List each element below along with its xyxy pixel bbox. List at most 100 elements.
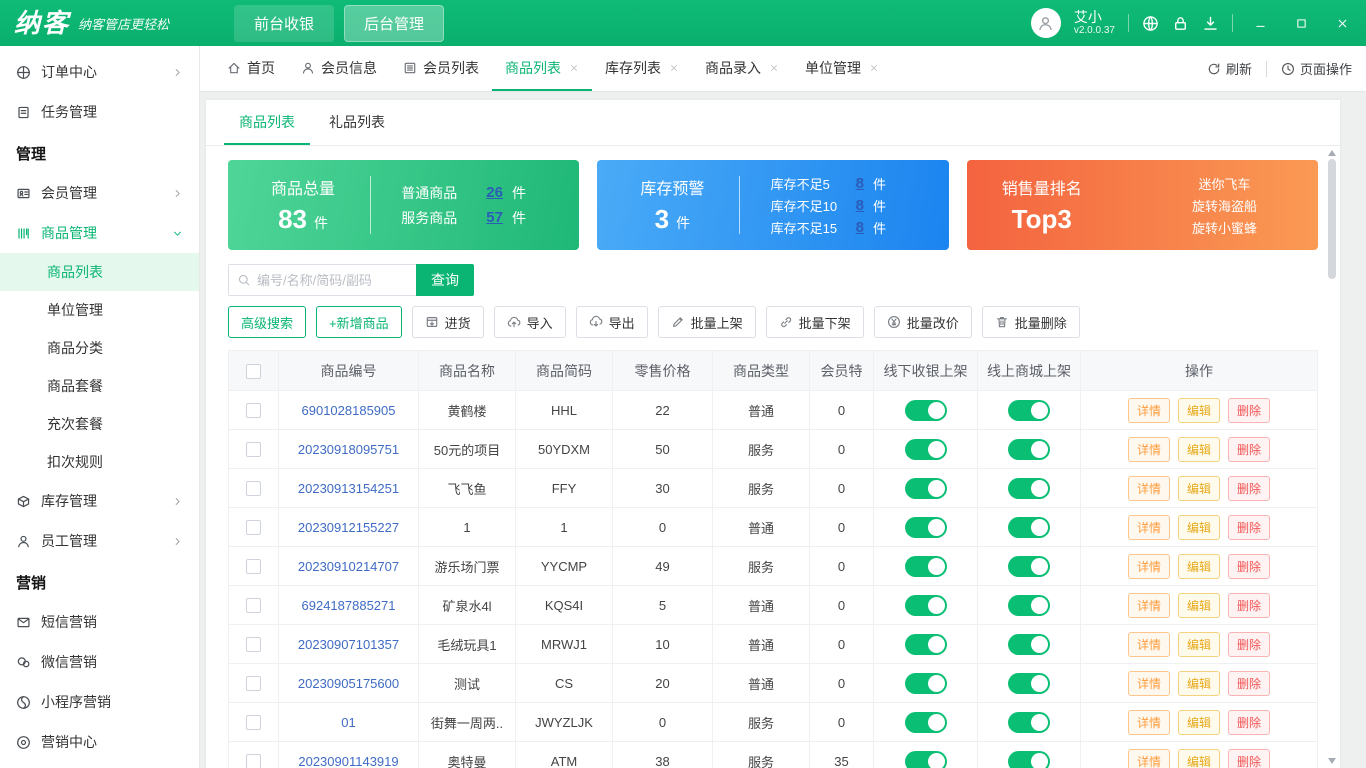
product-code-link[interactable]: 6924187885271: [302, 598, 396, 613]
subtab-product-list[interactable]: 商品列表: [224, 100, 310, 145]
detail-button[interactable]: 详情: [1127, 514, 1170, 540]
edit-button[interactable]: 编辑: [1177, 553, 1220, 579]
page-operations-button[interactable]: 页面操作: [1281, 59, 1352, 78]
sidebar-item-wechat-marketing[interactable]: 微信营销: [0, 642, 199, 682]
card-detail-value[interactable]: 26: [486, 184, 503, 201]
edit-button[interactable]: 编辑: [1177, 592, 1220, 618]
offline-cashier-toggle[interactable]: [904, 672, 947, 694]
row-checkbox[interactable]: [246, 676, 261, 692]
tab-product-entry[interactable]: 商品录入: [692, 46, 792, 91]
sidebar-item-task-management[interactable]: 任务管理: [0, 92, 199, 132]
sidebar-item-staff-management[interactable]: 员工管理: [0, 521, 199, 561]
detail-button[interactable]: 详情: [1127, 475, 1170, 501]
detail-button[interactable]: 详情: [1127, 709, 1170, 735]
online-mall-toggle[interactable]: [1008, 555, 1050, 577]
batch-on-shelf-button[interactable]: 批量上架: [657, 306, 756, 338]
edit-button[interactable]: 编辑: [1177, 670, 1220, 696]
edit-button[interactable]: 编辑: [1177, 748, 1220, 768]
delete-button[interactable]: 删除: [1228, 514, 1271, 540]
advanced-search-button[interactable]: 高级搜索: [228, 306, 307, 338]
sidebar-item-member-management[interactable]: 会员管理: [0, 173, 199, 213]
user-avatar[interactable]: [1030, 8, 1061, 38]
edit-button[interactable]: 编辑: [1177, 475, 1220, 501]
product-code-link[interactable]: 20230910214707: [298, 559, 399, 574]
detail-button[interactable]: 详情: [1127, 592, 1170, 618]
detail-button[interactable]: 详情: [1127, 436, 1170, 462]
globe-icon[interactable]: [1142, 15, 1159, 32]
detail-button[interactable]: 详情: [1127, 397, 1170, 423]
offline-cashier-toggle[interactable]: [904, 633, 947, 655]
sidebar-subitem-product-category[interactable]: 商品分类: [0, 329, 199, 367]
query-button[interactable]: 查询: [416, 264, 474, 296]
offline-cashier-toggle[interactable]: [904, 399, 947, 421]
purchase-button[interactable]: 进货: [411, 306, 484, 338]
offline-cashier-toggle[interactable]: [904, 750, 947, 768]
delete-button[interactable]: 删除: [1228, 553, 1271, 579]
card-detail-value[interactable]: 57: [486, 209, 503, 226]
row-checkbox[interactable]: [246, 715, 261, 731]
detail-button[interactable]: 详情: [1127, 553, 1170, 579]
online-mall-toggle[interactable]: [1008, 750, 1050, 768]
offline-cashier-toggle[interactable]: [904, 477, 947, 499]
delete-button[interactable]: 删除: [1228, 397, 1271, 423]
edit-button[interactable]: 编辑: [1177, 436, 1220, 462]
offline-cashier-toggle[interactable]: [904, 555, 947, 577]
minimize-button[interactable]: [1246, 9, 1274, 37]
product-code-link[interactable]: 01: [341, 715, 355, 730]
online-mall-toggle[interactable]: [1008, 477, 1050, 499]
delete-button[interactable]: 删除: [1228, 709, 1271, 735]
tab-product-list[interactable]: 商品列表: [492, 46, 592, 91]
sidebar-item-product-management[interactable]: 商品管理: [0, 213, 199, 253]
sidebar-subitem-product-list[interactable]: 商品列表: [0, 253, 199, 291]
sidebar-subitem-product-package[interactable]: 商品套餐: [0, 367, 199, 405]
row-checkbox[interactable]: [246, 520, 261, 536]
lock-icon[interactable]: [1172, 15, 1189, 32]
select-all-checkbox[interactable]: [246, 363, 261, 379]
tab-unit-management[interactable]: 单位管理: [792, 46, 892, 91]
scrollbar-thumb[interactable]: [1328, 159, 1336, 279]
subtab-gift-list[interactable]: 礼品列表: [314, 100, 400, 145]
product-code-link[interactable]: 20230913154251: [298, 481, 399, 496]
product-code-link[interactable]: 20230907101357: [298, 637, 399, 652]
tab-member-list[interactable]: 会员列表: [390, 46, 492, 91]
detail-button[interactable]: 详情: [1127, 670, 1170, 696]
row-checkbox[interactable]: [246, 637, 261, 653]
delete-button[interactable]: 删除: [1228, 670, 1271, 696]
row-checkbox[interactable]: [246, 442, 261, 458]
row-checkbox[interactable]: [246, 754, 261, 768]
online-mall-toggle[interactable]: [1008, 711, 1050, 733]
offline-cashier-toggle[interactable]: [904, 516, 947, 538]
maximize-button[interactable]: [1287, 9, 1315, 37]
sidebar-subitem-deduct-rules[interactable]: 扣次规则: [0, 443, 199, 481]
import-button[interactable]: 导入: [493, 306, 566, 338]
online-mall-toggle[interactable]: [1008, 633, 1050, 655]
offline-cashier-toggle[interactable]: [904, 438, 947, 460]
batch-reprice-button[interactable]: 批量改价: [873, 306, 972, 338]
online-mall-toggle[interactable]: [1008, 399, 1050, 421]
delete-button[interactable]: 删除: [1228, 475, 1271, 501]
row-checkbox[interactable]: [246, 598, 261, 614]
tab-home[interactable]: 首页: [214, 46, 288, 91]
edit-button[interactable]: 编辑: [1177, 631, 1220, 657]
card-detail-value[interactable]: 8: [856, 197, 864, 214]
row-checkbox[interactable]: [246, 559, 261, 575]
product-code-link[interactable]: 20230918095751: [298, 442, 399, 457]
product-code-link[interactable]: 20230901143919: [298, 754, 398, 768]
scroll-up-arrow[interactable]: [1328, 150, 1336, 156]
delete-button[interactable]: 删除: [1228, 631, 1271, 657]
export-button[interactable]: 导出: [575, 306, 648, 338]
back-admin-button[interactable]: 后台管理: [344, 4, 445, 42]
row-checkbox[interactable]: [246, 403, 261, 419]
offline-cashier-toggle[interactable]: [904, 711, 947, 733]
edit-button[interactable]: 编辑: [1177, 397, 1220, 423]
tab-inventory-list[interactable]: 库存列表: [592, 46, 692, 91]
delete-button[interactable]: 删除: [1228, 748, 1271, 768]
sidebar-item-sms-marketing[interactable]: 短信营销: [0, 602, 199, 642]
sidebar-item-order-center[interactable]: 订单中心: [0, 52, 199, 92]
sidebar-subitem-unit-management[interactable]: 单位管理: [0, 291, 199, 329]
refresh-button[interactable]: 刷新: [1207, 59, 1252, 78]
batch-delete-button[interactable]: 批量删除: [981, 306, 1080, 338]
download-icon[interactable]: [1202, 15, 1219, 32]
detail-button[interactable]: 详情: [1127, 631, 1170, 657]
front-cashier-button[interactable]: 前台收银: [234, 4, 335, 42]
